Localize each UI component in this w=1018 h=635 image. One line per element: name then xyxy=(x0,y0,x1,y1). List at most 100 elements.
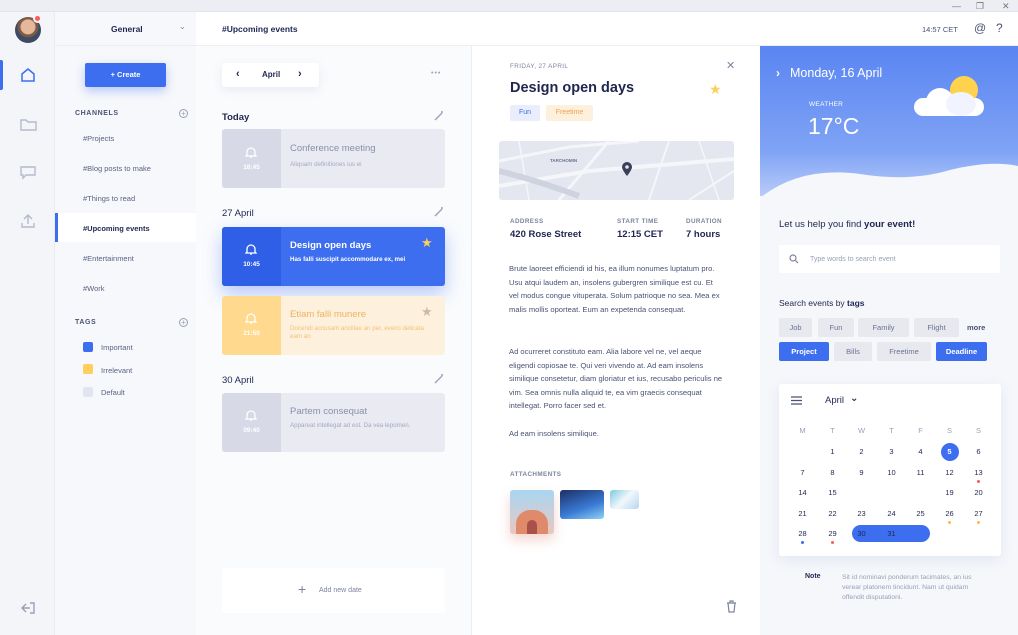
calendar-day[interactable]: 28 xyxy=(788,529,817,538)
channel-item-work[interactable]: #Work xyxy=(83,284,105,293)
calendar-day[interactable]: 19 xyxy=(935,488,964,497)
detail-tag-freetime[interactable]: Freetime xyxy=(546,105,593,121)
folder-icon[interactable] xyxy=(17,113,39,135)
start-time-value: 12:15 CET xyxy=(617,229,663,240)
tag-label-important[interactable]: Important xyxy=(101,343,133,352)
next-month-icon[interactable]: › xyxy=(298,68,302,80)
edit-wand-icon[interactable] xyxy=(433,373,445,385)
calendar-day[interactable]: 29 xyxy=(818,529,847,538)
edit-wand-icon[interactable] xyxy=(433,206,445,218)
calendar-day[interactable]: 15 xyxy=(818,488,847,497)
calendar-day[interactable]: 3 xyxy=(877,447,906,456)
calendar-day[interactable]: 20 xyxy=(964,488,993,497)
tag-label-default[interactable]: Default xyxy=(101,388,125,397)
calendar-day[interactable]: 11 xyxy=(906,468,935,477)
event-card-partem[interactable]: 09:40 Partem consequat Appareat intelleg… xyxy=(222,393,445,452)
prev-month-icon[interactable]: ‹ xyxy=(236,68,240,80)
calendar-day[interactable]: 25 xyxy=(906,509,935,518)
event-dot xyxy=(801,541,804,544)
tag-filter-project[interactable]: Project xyxy=(779,342,829,361)
duration-label: DURATION xyxy=(686,218,722,225)
calendar-day[interactable]: 7 xyxy=(788,468,817,477)
edit-wand-icon[interactable] xyxy=(433,110,445,122)
calendar-day[interactable]: 6 xyxy=(964,447,993,456)
menu-icon[interactable] xyxy=(791,396,802,405)
chevron-right-icon[interactable]: › xyxy=(776,66,780,80)
calendar-day[interactable]: 26 xyxy=(935,509,964,518)
star-icon[interactable]: ★ xyxy=(709,81,722,98)
attachment-thumbnail[interactable] xyxy=(610,490,639,509)
close-window-icon[interactable]: ✕ xyxy=(1002,1,1010,11)
day-heading-27-april: 27 April xyxy=(222,208,254,219)
add-tag-icon[interactable]: + xyxy=(179,318,188,327)
tag-filter-bills[interactable]: Bills xyxy=(834,342,872,361)
create-button[interactable]: + Create xyxy=(85,63,166,87)
event-card-conference[interactable]: 18:45 Conference meeting Aliquam definit… xyxy=(222,129,445,188)
calendar-day[interactable]: 12 xyxy=(935,468,964,477)
star-icon[interactable]: ★ xyxy=(421,235,433,251)
tag-label-irrelevant[interactable]: Irrelevant xyxy=(101,366,132,375)
calendar-day[interactable]: 8 xyxy=(818,468,847,477)
upload-icon[interactable] xyxy=(17,210,39,232)
add-channel-icon[interactable]: + xyxy=(179,109,188,118)
mini-calendar: April ⌄ M T W T F S S 1 2 3 4 5 6 7 8 9 10 11 12 13 14 15 16 17… xyxy=(779,384,1001,556)
detail-tag-fun[interactable]: Fun xyxy=(510,105,540,121)
calendar-day[interactable]: 27 xyxy=(964,509,993,518)
tag-filter-fun[interactable]: Fun xyxy=(818,318,854,337)
workspace-selector[interactable]: General ⌄ xyxy=(55,12,196,46)
chat-icon[interactable] xyxy=(17,161,39,183)
calendar-day[interactable]: 5 xyxy=(935,447,964,456)
tag-filter-flight[interactable]: Flight xyxy=(914,318,959,337)
trash-icon[interactable] xyxy=(726,600,737,613)
tag-filter-freetime[interactable]: Freetime xyxy=(877,342,931,361)
at-icon[interactable]: @ xyxy=(974,21,986,35)
calendar-day[interactable]: 10 xyxy=(877,468,906,477)
logout-icon[interactable] xyxy=(17,597,39,619)
restore-icon[interactable]: ❐ xyxy=(976,1,984,11)
duration-value: 7 hours xyxy=(686,229,721,240)
chevron-down-icon[interactable]: ⌄ xyxy=(850,393,858,404)
close-icon[interactable]: ✕ xyxy=(726,59,735,72)
tag-color-important xyxy=(83,342,93,352)
calendar-day[interactable]: 1 xyxy=(818,447,847,456)
calendar-day[interactable]: 31 xyxy=(877,529,906,538)
home-icon[interactable] xyxy=(17,64,39,86)
attachment-thumbnail[interactable] xyxy=(510,490,554,534)
add-new-date-button[interactable]: + Add new date xyxy=(222,568,445,613)
calendar-day[interactable]: 9 xyxy=(847,468,876,477)
channel-item-entertainment[interactable]: #Entertainment xyxy=(83,254,134,263)
calendar-day[interactable]: 17 xyxy=(877,488,906,497)
help-icon[interactable]: ? xyxy=(996,21,1003,35)
calendar-month[interactable]: April xyxy=(825,395,844,406)
calendar-day[interactable]: 30 xyxy=(847,529,876,538)
tags-search-bold: tags xyxy=(847,298,865,308)
event-card-etiam-falli[interactable]: 21:50 Etiam falli munere Docendi accusam… xyxy=(222,296,445,355)
minimize-icon[interactable]: — xyxy=(952,1,961,11)
calendar-day[interactable]: 21 xyxy=(788,509,817,518)
nav-rail xyxy=(0,12,55,635)
tag-filter-job[interactable]: Job xyxy=(779,318,812,337)
star-icon[interactable]: ★ xyxy=(421,304,433,320)
calendar-day[interactable]: 23 xyxy=(847,509,876,518)
calendar-day[interactable]: 18 xyxy=(906,488,935,497)
calendar-day[interactable]: 13 xyxy=(964,468,993,477)
calendar-day[interactable]: 2 xyxy=(847,447,876,456)
event-card-design-open-days[interactable]: 10:45 Design open days Has falli suscipi… xyxy=(222,227,445,286)
attachment-thumbnail[interactable] xyxy=(560,490,604,519)
calendar-day[interactable]: 14 xyxy=(788,488,817,497)
more-options-icon[interactable]: ••• xyxy=(431,70,441,77)
channel-item-blog-posts[interactable]: #Blog posts to make xyxy=(83,164,151,173)
search-box[interactable]: Type words to search event xyxy=(779,245,1000,273)
tag-filter-family[interactable]: Family xyxy=(858,318,909,337)
calendar-day[interactable]: 24 xyxy=(877,509,906,518)
calendar-day[interactable]: 22 xyxy=(818,509,847,518)
calendar-day[interactable]: 16 xyxy=(847,488,876,497)
search-input[interactable]: Type words to search event xyxy=(810,256,896,263)
tag-filter-deadline[interactable]: Deadline xyxy=(936,342,987,361)
more-tags-link[interactable]: more xyxy=(967,323,985,332)
channel-item-projects[interactable]: #Projects xyxy=(83,134,114,143)
channel-item-things-to-read[interactable]: #Things to read xyxy=(83,194,135,203)
location-map[interactable]: TARCHOMIN xyxy=(499,141,734,200)
calendar-day[interactable]: 4 xyxy=(906,447,935,456)
channel-item-upcoming-events[interactable]: #Upcoming events xyxy=(83,224,150,233)
